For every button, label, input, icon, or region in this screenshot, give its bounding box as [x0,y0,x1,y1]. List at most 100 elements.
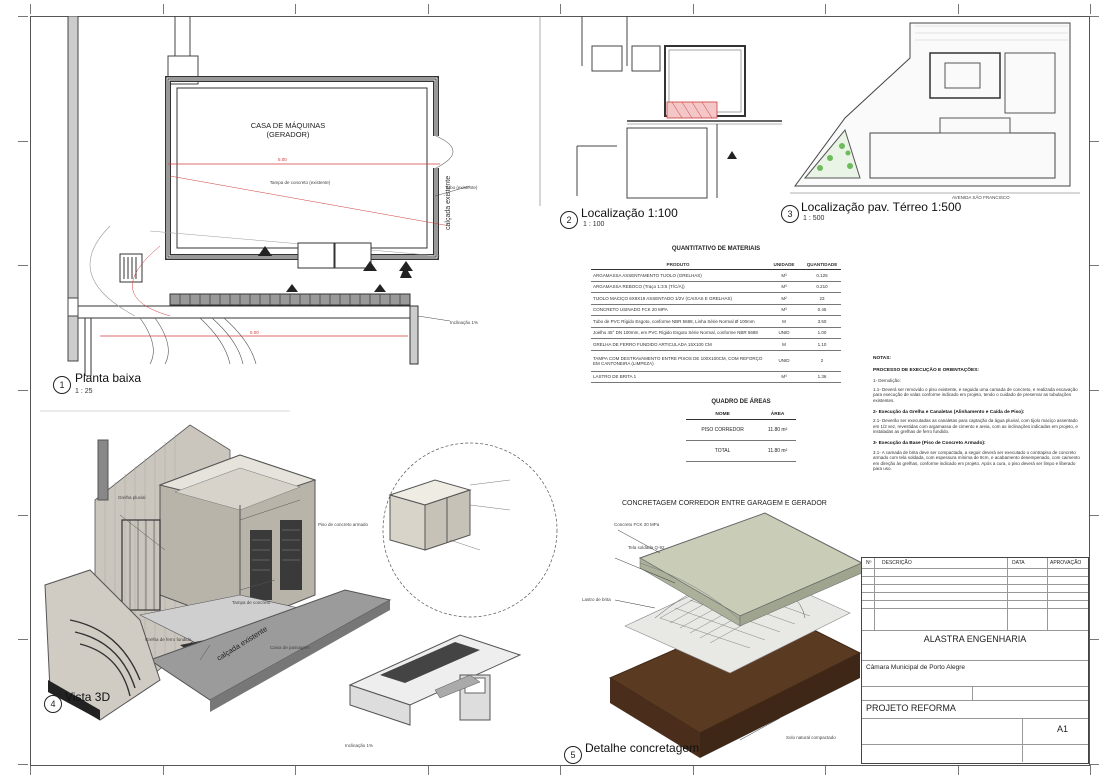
notes-section-1-text: 1.1- Deverá ser removido o piso existent… [873,386,1078,403]
notes-section-1: 1- Demolição: [873,378,901,384]
ruler-tick [560,765,561,775]
view-scale-3: 1 : 500 [803,215,825,222]
cell-produto: TAMPA COM DESTRAVAMENTO ENTRE PISOS DE 1… [591,350,765,372]
ruler-tick [1090,4,1091,14]
view-title-2: Localização 1:100 [581,206,678,220]
ruler-tick [825,4,826,14]
project-title: PROJETO REFORMA [866,703,956,713]
ruler-tick [162,4,164,14]
ruler-tick [162,765,164,775]
materials-title: QUANTITATIVO DE MATERIAIS [671,246,761,252]
ruler-tick [957,765,959,775]
bottom-ruler [30,765,1091,775]
ruler-tick [1089,140,1099,142]
sheet-row: A1 [862,718,1088,745]
ruler-tick [825,765,826,775]
notes-subtitle: PROCESSO DE EXECUÇÃO E ORIENTAÇÕES: [873,367,979,373]
detail-title: CONCRETAGEM CORREDOR ENTRE GARAGEM E GER… [622,500,827,507]
ruler-tick [18,16,28,17]
cell-unidade: UNID [765,327,803,339]
view-title-5: Detalhe concretagem [585,741,700,755]
cell-quantidade: 1.00 [803,327,841,339]
client-row: Câmara Municipal de Porto Alegre [862,660,1088,687]
materials-header-produto: PRODUTO [591,260,765,270]
cell-unidade: M² [765,292,803,305]
ruler-tick [427,4,429,14]
notes-block: NOTAS: PROCESSO DE EXECUÇÃO E ORIENTAÇÕE… [873,355,1085,472]
revision-row [862,608,1088,631]
cell-quantidade: 2 [803,350,841,372]
table-row: Joelho 45° DN 100mm, em PVC Rígido Esgot… [591,327,841,339]
rev-header-num: Nº [866,560,872,566]
3d-label-b: Piso de concreto armado [318,522,369,527]
ruler-tick [18,140,28,142]
materials-header-unidade: UNIDADE [765,260,803,270]
areas-header-area: ÁREA [759,410,796,420]
sheet-number: A1 [1057,724,1069,734]
company-name: ALASTRA ENGENHARIA [923,634,1027,644]
cell-quantidade: 3.50 [803,315,841,328]
ruler-tick [560,4,561,14]
detail-label-b: Tela soldada Q-92 [628,545,665,550]
drawing-sheet: CASA DE MÁQUINAS (GERADOR) 5.00 5.00 Tam… [0,0,1100,777]
table-row: TOTAL 11.80 m² [686,440,796,462]
materials-header-quantidade: QUANTIDADE [803,260,841,270]
ruler-tick [18,639,28,641]
ruler-tick [1089,265,1099,267]
notes-section-2-text: 2.1- Deverão ser executadas as canaletas… [873,418,1078,435]
table-row: GRELHA DE FERRO FUNDIDO ARTICULADA 15X10… [591,338,841,351]
ruler-tick [1089,764,1099,765]
notes-section-3: 3- Execução da Base (Piso de Concreto Ar… [873,440,986,446]
areas-total-label: TOTAL [686,440,760,462]
ruler-tick [30,4,31,14]
rev-header-desc: DESCRIÇÃO [882,560,912,566]
3d-note-inclinacao: Inclinação 1% [345,743,374,748]
signature-row [862,686,1088,701]
ruler-tick [1089,16,1099,17]
cell-produto: ARGAMASSA ASSENTAMENTO TIJOLO (GRELHAS) [591,269,765,282]
cell-produto: TIJOLO MACIÇO 6X9X19 ASSENTADO 1/2V (CAI… [591,292,765,305]
site-plan-drawing [790,22,1080,194]
cell-unidade: UNID [765,350,803,372]
notes-section-2: 2- Execução da Grelha e Canaletas (Alinh… [873,409,1025,415]
cell-quantidade: 0.45 [803,304,841,316]
3d-label-c: Caixa de passagem [270,645,310,650]
areas-table: NOME ÁREA PISO CORREDOR 11.80 m² TOTAL 11.… [686,410,796,462]
notes-section-3-text: 3.1- A camada de brita deve ser compacta… [873,449,1080,472]
areas-total-value: 11.80 m² [759,440,796,462]
detail-label-d: Solo natural compactado [786,735,836,740]
rev-header-date: DATA [1012,560,1025,566]
cell-quantidade: 0.125 [803,269,841,282]
ruler-tick [1089,639,1099,641]
company-row: ALASTRA ENGENHARIA [862,630,1088,661]
ruler-tick [18,390,28,391]
3d-note-grelha: Grelha de ferro fundido [145,637,192,642]
detail-label-c: Lastro de brita [582,597,611,602]
ruler-tick [427,765,429,775]
table-row: LASTRO DE BRITA 1 M³ 1.36 [591,371,841,383]
cell-unidade: M³ [765,371,803,383]
view-number-5: 5 [564,746,582,764]
cell-unidade: M³ [765,304,803,316]
cell-quantidade: 1.36 [803,371,841,383]
table-row: PISO CORREDOR 11.80 m² [686,419,796,441]
cell-produto: LASTRO DE BRITA 1 [591,371,765,383]
view-title-4: Vista 3D [65,690,111,704]
cell-unidade: M [765,338,803,351]
ruler-tick [1089,390,1099,391]
materials-table: PRODUTO UNIDADE QUANTIDADE ARGAMASSA ASS… [591,260,841,383]
top-ruler [30,4,1091,14]
areas-header-nome: NOME [686,410,760,420]
left-ruler [18,16,28,765]
table-row: Tubo de PVC Rígido Esgoto, conforme NBR … [591,315,841,328]
view-number-4: 4 [44,695,62,713]
cell-unidade: M [765,315,803,328]
ruler-tick [1089,514,1099,516]
right-ruler [1089,16,1099,765]
3d-note-tampa: Tampa de concreto [232,600,271,605]
cell-area: 11.80 m² [759,419,796,441]
table-row: TIJOLO MACIÇO 6X9X19 ASSENTADO 1/2V (CAI… [591,292,841,305]
ruler-tick [18,265,28,267]
ruler-tick [18,514,28,516]
cell-produto: Joelho 45° DN 100mm, em PVC Rígido Esgot… [591,327,765,339]
